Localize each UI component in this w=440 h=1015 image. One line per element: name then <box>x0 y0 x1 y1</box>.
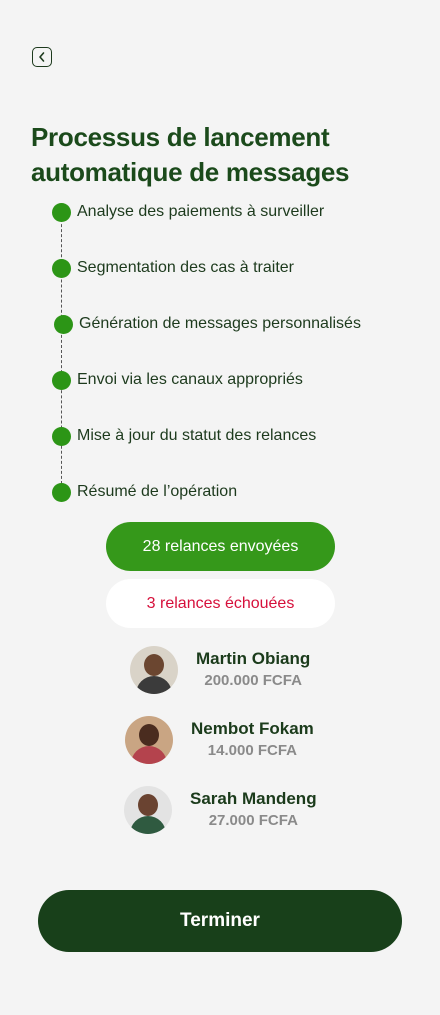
step-item: Résumé de l’opération <box>52 481 237 503</box>
step-item: Analyse des paiements à surveiller <box>52 201 324 223</box>
step-label: Analyse des paiements à surveiller <box>77 203 325 220</box>
step-label: Mise à jour du statut des relances <box>77 427 317 444</box>
step-dot <box>52 370 71 390</box>
step-dot <box>54 314 73 334</box>
contact-amount: 14.000 FCFA <box>207 742 297 759</box>
contact-name: Nembot Fokam <box>191 719 314 738</box>
steps-connector-line <box>61 214 62 489</box>
step-item: Envoi via les canaux appropriés <box>52 369 303 391</box>
contact-item: Nembot Fokam 14.000 FCFA <box>125 716 314 764</box>
page-title: Processus de lancement automatique de me… <box>31 122 350 187</box>
step-item: Segmentation des cas à traiter <box>52 257 294 279</box>
contact-amount: 200.000 FCFA <box>204 672 302 689</box>
step-dot <box>52 426 71 446</box>
avatar <box>125 716 173 764</box>
step-dot <box>52 258 71 278</box>
step-item: Mise à jour du statut des relances <box>52 425 316 447</box>
contact-name: Martin Obiang <box>196 649 311 668</box>
step-label: Résumé de l’opération <box>77 483 238 500</box>
step-label: Envoi via les canaux appropriés <box>77 371 303 388</box>
step-label: Génération de messages personnalisés <box>79 315 361 332</box>
step-dot <box>52 482 71 502</box>
contact-name: Sarah Mandeng <box>190 789 317 808</box>
process-steps: Analyse des paiements à surveiller Segme… <box>52 200 422 505</box>
failed-count-badge: 3 relances échouées <box>106 579 335 628</box>
back-button[interactable] <box>32 47 52 67</box>
chevron-left-icon <box>39 52 45 62</box>
avatar <box>130 646 178 694</box>
step-item: Génération de messages personnalisés <box>54 313 361 335</box>
contact-item: Martin Obiang 200.000 FCFA <box>130 646 310 694</box>
finish-button[interactable]: Terminer <box>38 890 402 952</box>
sent-count-badge: 28 relances envoyées <box>106 522 335 571</box>
contact-item: Sarah Mandeng 27.000 FCFA <box>124 786 317 834</box>
contact-amount: 27.000 FCFA <box>208 812 298 829</box>
avatar <box>124 786 172 834</box>
step-dot <box>52 202 71 222</box>
step-label: Segmentation des cas à traiter <box>77 259 295 276</box>
